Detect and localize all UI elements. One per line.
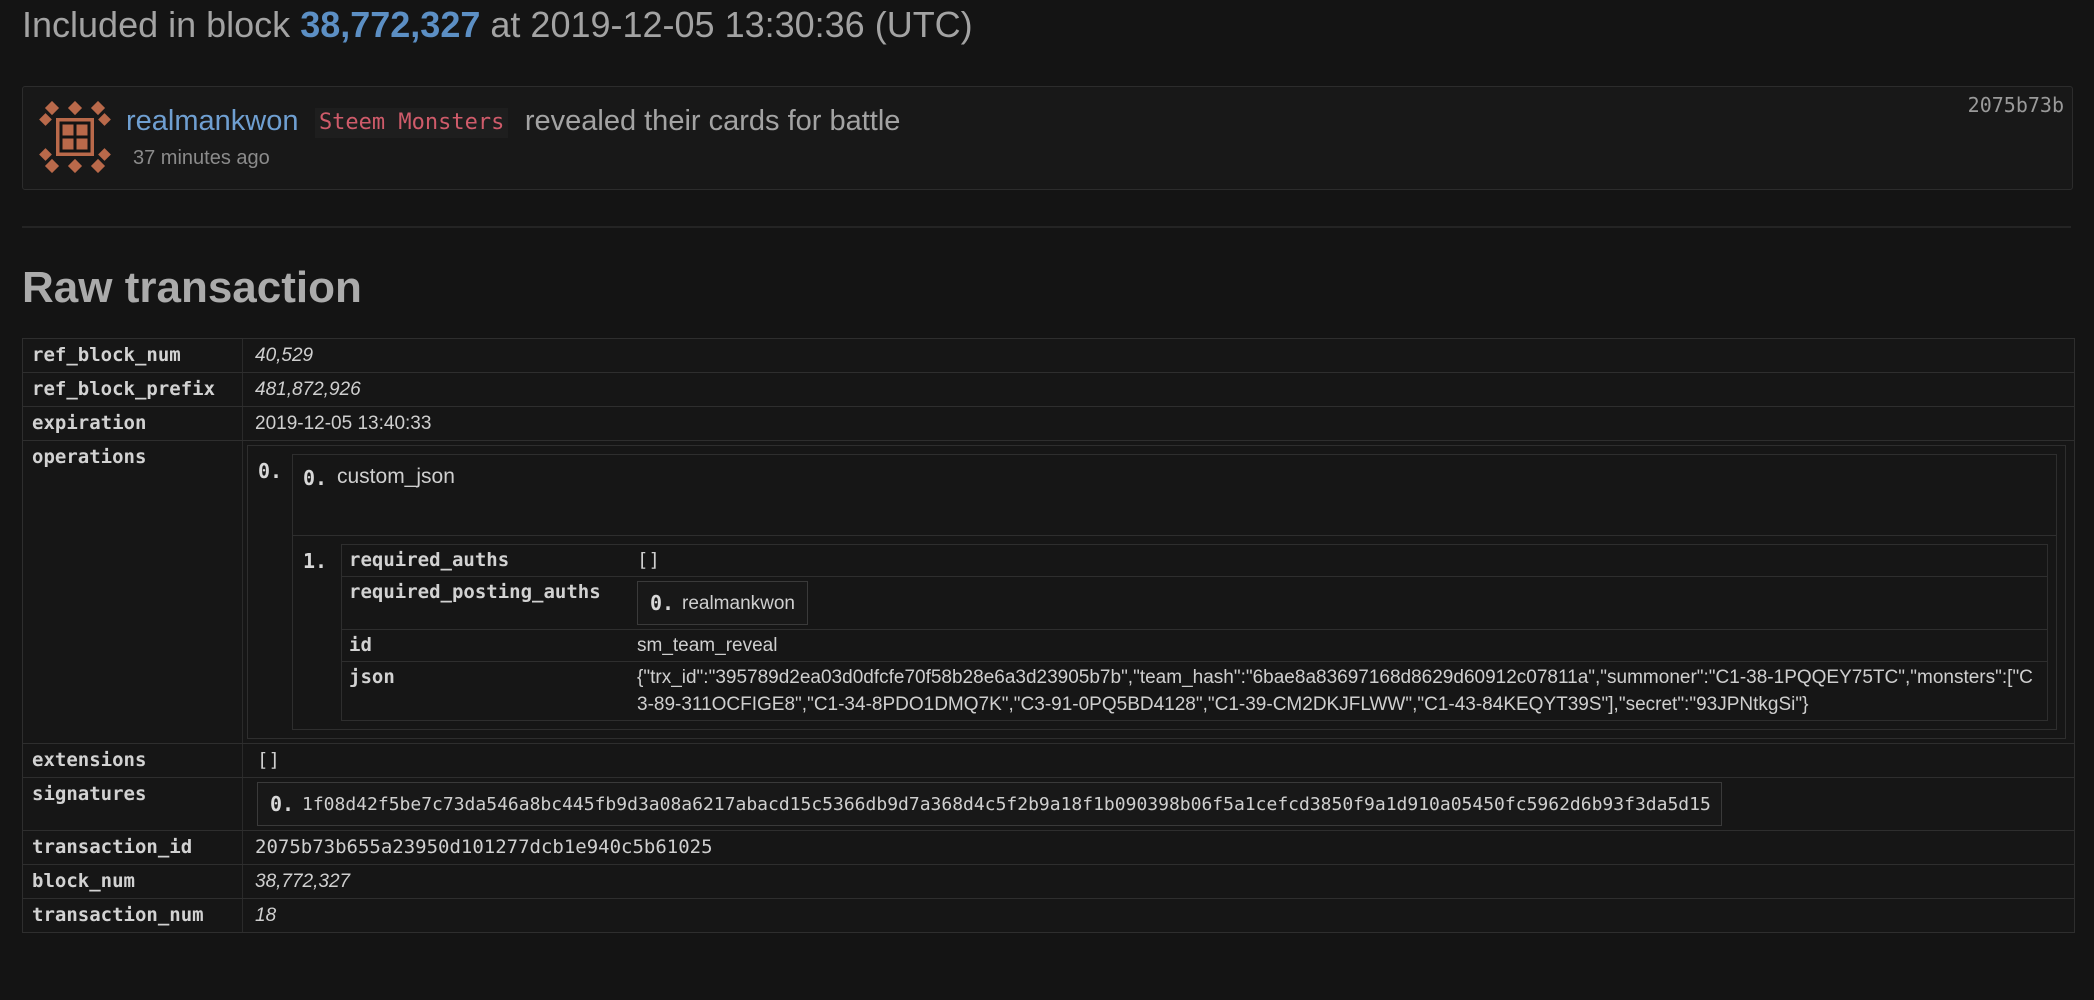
table-row: ref_block_prefix 481,872,926	[23, 373, 2074, 407]
table-row: transaction_id 2075b73b655a23950d101277d…	[23, 831, 2074, 865]
transaction-short-id-link[interactable]: 2075b73b	[1968, 93, 2064, 117]
ref-block-prefix-value: 481,872,926	[255, 379, 361, 400]
table-row: required_auths []	[342, 545, 2047, 577]
operation-body-row: 1. required_auths [] required_posting_au…	[293, 536, 2056, 729]
operation-body-index: 1.	[302, 549, 328, 573]
operation-item: 0. custom_json 1. required_auths [] requ…	[292, 454, 2057, 730]
operation-summary: realmankwon Steem Monsters revealed thei…	[126, 101, 900, 141]
operation-fields-table: required_auths [] required_posting_auths…	[341, 544, 2048, 721]
table-row: id sm_team_reveal	[342, 630, 2047, 662]
app-badge[interactable]: Steem Monsters	[314, 108, 509, 138]
block-header-suffix: at 2019-12-05 13:30:36 (UTC)	[490, 4, 973, 45]
operation-description: revealed their cards for battle	[524, 105, 901, 137]
operations-value: 0. 0. custom_json 1. required_auths [] r…	[243, 441, 2074, 743]
required-auths-key: required_auths	[349, 549, 510, 571]
page: Included in block 38,772,327 at 2019-12-…	[0, 0, 2094, 1000]
signature-index: 0.	[269, 792, 295, 816]
expiration-value: 2019-12-05 13:40:33	[255, 413, 432, 434]
time-ago: 37 minutes ago	[133, 147, 270, 169]
operation-type-row: 0. custom_json	[293, 455, 2056, 536]
identicon-avatar[interactable]	[39, 101, 111, 173]
table-row: required_posting_auths 0. realmankwon	[342, 577, 2047, 630]
block-number-link[interactable]: 38,772,327	[300, 4, 480, 45]
operation-type-index: 0.	[302, 466, 328, 490]
posting-auth-account: realmankwon	[682, 592, 795, 614]
table-row: json {"trx_id":"395789d2ea03d0dfcfe70f58…	[342, 662, 2047, 720]
section-title: Raw transaction	[22, 263, 362, 312]
block-num-value: 38,772,327	[255, 871, 351, 892]
operation-index: 0.	[257, 459, 283, 483]
table-row: extensions []	[23, 744, 2074, 778]
json-value: {"trx_id":"395789d2ea03d0dfcfe70f58b28e6…	[637, 667, 2033, 715]
table-row: signatures 0. 1f08d42f5be7c73da546a8bc44…	[23, 778, 2074, 831]
operation-type-name: custom_json	[337, 465, 455, 488]
extensions-key: extensions	[23, 744, 243, 777]
extensions-value: []	[257, 749, 280, 771]
raw-transaction-table: ref_block_num 40,529 ref_block_prefix 48…	[22, 338, 2075, 933]
operations-list: 0. 0. custom_json 1. required_auths [] r…	[247, 445, 2066, 739]
block-header: Included in block 38,772,327 at 2019-12-…	[22, 0, 973, 50]
block-num-key: block_num	[23, 865, 243, 898]
required-auths-value: []	[637, 549, 660, 571]
table-row: transaction_num 18	[23, 899, 2074, 932]
block-header-prefix: Included in block	[22, 4, 291, 45]
operation-card: realmankwon Steem Monsters revealed thei…	[22, 86, 2073, 190]
transaction-num-key: transaction_num	[23, 899, 243, 932]
posting-auth-chip: 0. realmankwon	[637, 581, 808, 625]
table-row: block_num 38,772,327	[23, 865, 2074, 899]
signature-chip: 0. 1f08d42f5be7c73da546a8bc445fb9d3a08a6…	[257, 782, 1722, 826]
id-key: id	[349, 634, 372, 656]
ref-block-num-value: 40,529	[255, 345, 314, 366]
expiration-key: expiration	[23, 407, 243, 440]
table-row: expiration 2019-12-05 13:40:33	[23, 407, 2074, 441]
ref-block-prefix-key: ref_block_prefix	[23, 373, 243, 406]
transaction-num-value: 18	[255, 905, 277, 926]
id-value: sm_team_reveal	[637, 635, 778, 656]
required-posting-auths-key: required_posting_auths	[349, 581, 601, 603]
posting-auth-index: 0.	[649, 591, 675, 615]
signature-value: 1f08d42f5be7c73da546a8bc445fb9d3a08a6217…	[302, 793, 1711, 815]
signatures-key: signatures	[23, 778, 243, 830]
table-row: ref_block_num 40,529	[23, 339, 2074, 373]
table-row: operations 0. 0. custom_json 1. required…	[23, 441, 2074, 744]
transaction-id-key: transaction_id	[23, 831, 243, 864]
divider	[22, 226, 2071, 228]
author-link[interactable]: realmankwon	[126, 105, 298, 137]
required-posting-auths-value: 0. realmankwon	[629, 577, 2047, 629]
json-key: json	[349, 666, 395, 688]
operations-key: operations	[23, 441, 243, 743]
ref-block-num-key: ref_block_num	[23, 339, 243, 372]
signatures-value: 0. 1f08d42f5be7c73da546a8bc445fb9d3a08a6…	[243, 778, 2074, 830]
transaction-id-value: 2075b73b655a23950d101277dcb1e940c5b61025	[255, 836, 713, 858]
